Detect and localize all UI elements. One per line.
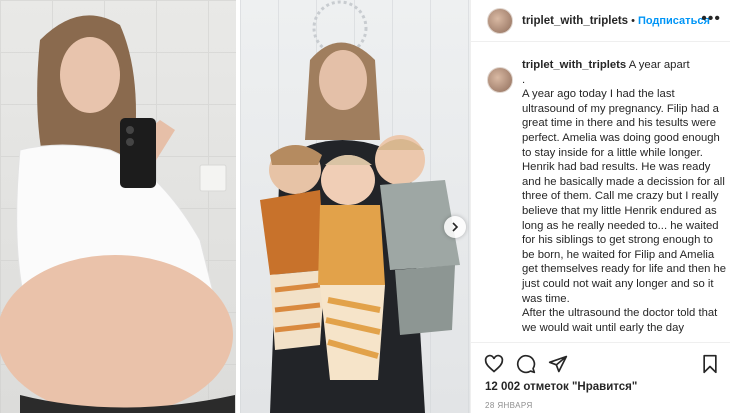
bookmark-icon <box>703 354 717 374</box>
caption-text: A year apart . A year ago today I had th… <box>522 59 727 334</box>
photo-family <box>240 0 470 413</box>
avatar[interactable] <box>487 7 513 34</box>
caption-username[interactable]: triplet_with_triplets <box>522 59 626 71</box>
likes-count[interactable]: 12 002 отметок "Нравится" <box>485 381 637 393</box>
post-panel: triplet_with_triplets • Подписаться ••• … <box>470 0 730 413</box>
chevron-right-icon <box>452 222 459 232</box>
post-actions: 12 002 отметок "Нравится" 28 января <box>471 342 730 413</box>
post-date[interactable]: 28 января <box>485 401 533 410</box>
separator-dot: • <box>631 14 635 27</box>
username-link[interactable]: triplet_with_triplets <box>522 15 628 27</box>
comment-button[interactable] <box>515 353 537 375</box>
more-options-button[interactable]: ••• <box>701 11 721 27</box>
post-header: triplet_with_triplets • Подписаться ••• <box>471 0 730 42</box>
save-button[interactable] <box>699 353 721 375</box>
share-button[interactable] <box>547 353 569 375</box>
heart-icon <box>484 354 504 373</box>
caption: triplet_with_triplets A year apart . A y… <box>522 58 727 335</box>
follow-button[interactable]: Подписаться <box>638 15 710 27</box>
photo-pregnancy <box>0 0 236 413</box>
caption-avatar[interactable] <box>487 67 513 93</box>
post-media[interactable] <box>0 0 470 413</box>
caption-row: triplet_with_triplets A year apart . A y… <box>487 58 730 335</box>
caption-scroll-area[interactable]: triplet_with_triplets A year apart . A y… <box>471 58 730 342</box>
share-icon <box>548 355 568 373</box>
comment-icon <box>516 354 536 374</box>
like-button[interactable] <box>483 353 505 375</box>
carousel-next-button[interactable] <box>444 216 466 238</box>
